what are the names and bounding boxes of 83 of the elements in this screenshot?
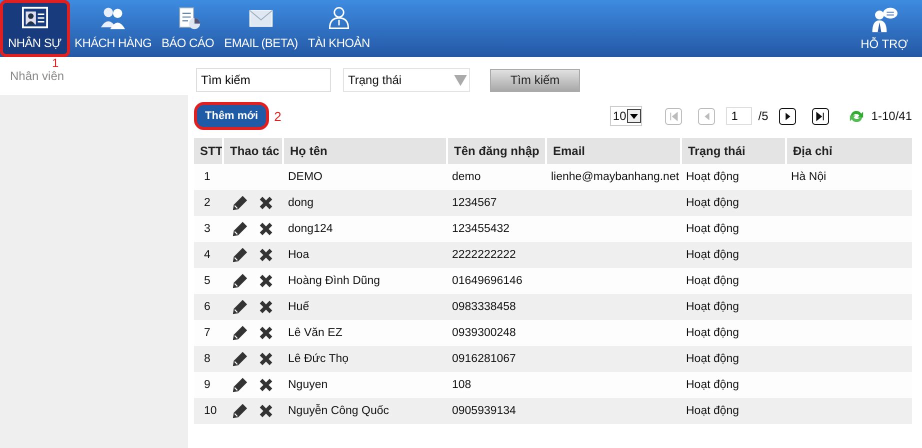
id-card-icon xyxy=(20,5,50,31)
last-page-icon[interactable] xyxy=(812,108,830,124)
delete-icon[interactable] xyxy=(258,195,274,211)
table-cell: 2 xyxy=(204,197,210,209)
help-link[interactable]: HỖ TRỢ xyxy=(860,0,922,57)
table-cell: dong xyxy=(288,197,314,209)
table-cell: Hoạt động xyxy=(686,249,740,261)
table-cell: 10 xyxy=(204,405,217,417)
status-dropdown[interactable]: Trạng thái xyxy=(343,68,470,92)
nav-tab[interactable]: KHÁCH HÀNG xyxy=(70,0,157,57)
table-cell: 1 xyxy=(204,171,210,183)
table-cell: Hoa xyxy=(288,249,310,261)
page-count: /5 xyxy=(758,109,768,123)
pencil-icon[interactable] xyxy=(232,377,248,393)
delete-icon[interactable] xyxy=(258,325,274,341)
table-cell: DEMO xyxy=(288,171,322,183)
caret-icon xyxy=(454,74,467,86)
table-cell: Hoàng Đình Dũng xyxy=(288,275,380,287)
delete-icon[interactable] xyxy=(258,299,274,315)
table-cell: Hoạt động xyxy=(686,301,740,313)
table-cell: 1234567 xyxy=(452,197,497,209)
delete-icon[interactable] xyxy=(258,273,274,289)
table-cell: 2222222222 xyxy=(452,249,516,261)
table-cell: Hoạt động xyxy=(686,171,740,183)
pencil-icon[interactable] xyxy=(232,403,248,419)
nav-tab[interactable]: NHÂN SỰ xyxy=(0,0,70,57)
next-page-icon[interactable] xyxy=(779,108,796,124)
pencil-icon[interactable] xyxy=(232,299,248,315)
table-cell: 7 xyxy=(204,327,210,339)
table-cell: Hoạt động xyxy=(686,379,740,391)
table-cell: Hoạt động xyxy=(686,275,740,287)
page-number-field[interactable]: 1 xyxy=(726,107,752,125)
table-cell: Lê Văn EZ xyxy=(288,327,342,339)
table-cell: Nguyễn Công Quốc xyxy=(288,405,390,417)
pencil-icon[interactable] xyxy=(232,325,248,341)
table-cell: 0916281067 xyxy=(452,353,516,365)
table-cell: 8 xyxy=(204,353,210,365)
page-size-dropdown[interactable]: 10 xyxy=(610,106,642,126)
search-button[interactable]: Tìm kiếm xyxy=(490,68,580,92)
table-cell: 4 xyxy=(204,249,210,261)
table-cell: 0905939134 xyxy=(452,405,516,417)
table-cell: Lê Đức Thọ xyxy=(288,353,349,365)
annotation-number: 1 xyxy=(52,56,59,70)
table-cell: 9 xyxy=(204,379,210,391)
delete-icon[interactable] xyxy=(258,403,274,419)
table-cell: 0939300248 xyxy=(452,327,516,339)
pencil-icon[interactable] xyxy=(232,247,248,263)
table-cell: Hoạt động xyxy=(686,327,740,339)
delete-icon[interactable] xyxy=(258,247,274,263)
delete-icon[interactable] xyxy=(258,351,274,367)
nav-tab[interactable]: EMAIL (BETA) xyxy=(219,0,303,57)
table-cell: Hoạt động xyxy=(686,405,740,417)
record-range: 1-10/41 xyxy=(871,109,912,123)
table-cell: 3 xyxy=(204,223,210,235)
table-cell: Hoạt động xyxy=(686,223,740,235)
table-cell: Nguyen xyxy=(288,379,328,391)
table-cell: 108 xyxy=(452,379,472,391)
pencil-icon[interactable] xyxy=(232,273,248,289)
search-field[interactable]: Tìm kiếm xyxy=(196,68,331,92)
pencil-icon[interactable] xyxy=(232,351,248,367)
table-cell: 0983338458 xyxy=(452,301,516,313)
table-cell: 5 xyxy=(204,275,210,287)
table-cell: Hoạt động xyxy=(686,353,740,365)
table-cell: Huế xyxy=(288,301,310,313)
nav-tab[interactable]: TÀI KHOẢN xyxy=(302,0,375,57)
table-cell: lienhe@maybanhang.net xyxy=(551,171,680,183)
pencil-icon[interactable] xyxy=(232,221,248,237)
people-icon xyxy=(98,5,128,31)
table-cell: 123455432 xyxy=(452,223,510,235)
table-cell: 01649696146 xyxy=(452,275,522,287)
add-button[interactable]: Thêm mới xyxy=(194,102,270,130)
delete-icon[interactable] xyxy=(258,221,274,237)
pencil-icon[interactable] xyxy=(232,195,248,211)
table-cell: dong124 xyxy=(288,223,333,235)
delete-icon[interactable] xyxy=(258,377,274,393)
caret-icon xyxy=(627,109,642,123)
annotation-number: 2 xyxy=(274,108,282,124)
table-cell: Hà Nội xyxy=(791,171,826,183)
table-cell: 6 xyxy=(204,301,210,313)
table-cell: Hoạt động xyxy=(686,197,740,209)
sidebar-item[interactable]: Nhân viên xyxy=(10,69,64,83)
nav-tab[interactable]: BÁO CÁO xyxy=(156,0,220,57)
table-cell: demo xyxy=(452,171,481,183)
